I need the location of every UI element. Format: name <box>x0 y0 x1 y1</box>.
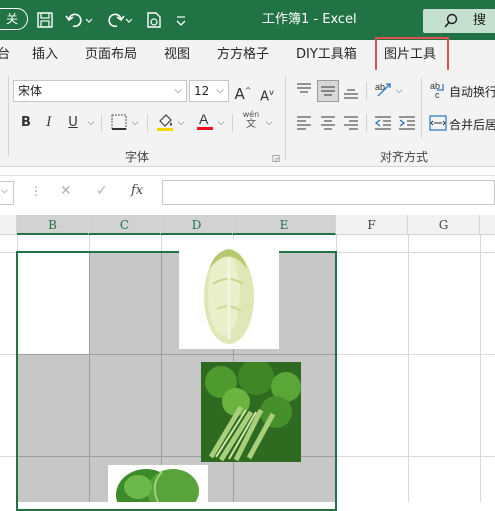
chevron-down-icon[interactable]: ⌵ <box>86 114 96 132</box>
decrease-indent-icon[interactable] <box>374 115 392 136</box>
cancel-icon[interactable]: ✕ <box>60 183 72 199</box>
formula-input[interactable] <box>162 180 495 205</box>
redo-icon[interactable] <box>104 8 134 32</box>
celery-image[interactable] <box>201 359 301 462</box>
enter-icon[interactable]: ✓ <box>96 183 108 199</box>
bold-button[interactable]: B <box>19 114 33 132</box>
tab-page-layout[interactable]: 页面布局 <box>85 43 137 67</box>
column-headers: B C D E F G <box>0 215 495 235</box>
svg-text:c: c <box>435 90 440 99</box>
font-color-icon[interactable]: A <box>196 111 214 136</box>
column-header-d[interactable]: D <box>161 215 233 235</box>
wrap-text-button[interactable]: 自动换行 <box>449 83 495 100</box>
font-name-select[interactable]: 宋体 ⌵ <box>13 80 187 102</box>
align-left-icon[interactable] <box>296 115 312 136</box>
orientation-icon[interactable]: ab <box>374 80 392 103</box>
tab-view[interactable]: 视图 <box>164 43 190 67</box>
align-center-icon[interactable] <box>320 115 336 136</box>
column-header-e[interactable]: E <box>233 215 336 235</box>
align-middle-icon[interactable] <box>317 80 339 102</box>
account-button[interactable]: 关 <box>0 8 28 30</box>
font-size-select[interactable]: 12 ⌵ <box>189 80 229 102</box>
chevron-down-icon[interactable]: ⌵ <box>130 114 140 132</box>
align-right-icon[interactable] <box>343 115 359 136</box>
customize-qat-icon[interactable] <box>172 8 190 32</box>
tab-fangfang-gezi[interactable]: 方方格子 <box>217 43 269 67</box>
increase-indent-icon[interactable] <box>398 115 416 136</box>
search-icon <box>443 9 459 38</box>
window-title: 工作簿1 - Excel <box>262 12 357 27</box>
column-header-g[interactable]: G <box>408 215 480 235</box>
svg-text:A: A <box>199 111 209 127</box>
align-top-icon[interactable] <box>296 82 312 103</box>
chevron-down-icon: ⌵ <box>216 85 224 96</box>
wrap-text-icon[interactable]: ab c <box>429 81 447 104</box>
bok-choy-image[interactable] <box>108 465 208 502</box>
chevron-down-icon[interactable]: ⌵ <box>176 114 186 132</box>
align-bottom-icon[interactable] <box>343 84 359 105</box>
underline-button[interactable]: U <box>66 114 80 132</box>
font-name-value: 宋体 <box>18 84 43 98</box>
ribbon: 宋体 ⌵ 12 ⌵ A^ Av B I U ⌵ ⌵ ⌵ A ⌵ wén 文 ⌵ 字… <box>0 70 495 167</box>
select-all-corner[interactable] <box>0 215 17 235</box>
tab-diy-toolbox[interactable]: DIY工具箱 <box>296 43 357 67</box>
tab-home[interactable]: 台 <box>0 43 10 67</box>
insert-function-icon[interactable]: fx <box>131 183 143 198</box>
search-box[interactable]: 搜 <box>423 9 495 33</box>
border-icon[interactable] <box>110 114 128 135</box>
grow-font-icon[interactable]: A^ <box>234 82 252 103</box>
italic-button[interactable]: I <box>42 114 56 132</box>
formula-bar-grip-icon: ⋮ <box>30 184 42 198</box>
dialog-launcher-icon[interactable]: ◲ <box>271 150 281 168</box>
chevron-down-icon[interactable]: ⌵ <box>216 114 226 132</box>
column-header-c[interactable]: C <box>89 215 161 235</box>
undo-icon[interactable] <box>64 8 94 32</box>
chinese-cabbage-image[interactable] <box>179 239 279 349</box>
column-header-f[interactable]: F <box>336 215 408 235</box>
tab-insert[interactable]: 插入 <box>32 43 58 67</box>
chevron-down-icon: ⌵ <box>174 85 182 96</box>
alignment-group-label: 对齐方式 <box>380 150 429 164</box>
chevron-down-icon[interactable]: ⌵ <box>394 82 404 100</box>
search-label: 搜 <box>473 13 487 28</box>
chevron-down-icon[interactable]: ⌵ <box>264 114 274 132</box>
merge-center-icon[interactable] <box>429 115 447 136</box>
chevron-down-icon: ⌵ <box>1 186 8 196</box>
save-icon[interactable] <box>34 8 56 32</box>
font-size-value: 12 <box>194 84 210 98</box>
shrink-font-icon[interactable]: Av <box>258 84 276 106</box>
title-bar: 关 工作簿1 - Excel <box>0 0 495 40</box>
fill-color-icon[interactable] <box>156 112 174 137</box>
print-preview-icon[interactable] <box>144 8 164 32</box>
column-header-b[interactable]: B <box>17 215 89 235</box>
name-box[interactable]: ⌵ <box>0 181 14 205</box>
font-group-label: 字体 <box>125 150 150 164</box>
merge-center-button[interactable]: 合并后居 <box>449 116 495 133</box>
phonetic-guide-icon[interactable]: wén 文 <box>240 110 262 130</box>
